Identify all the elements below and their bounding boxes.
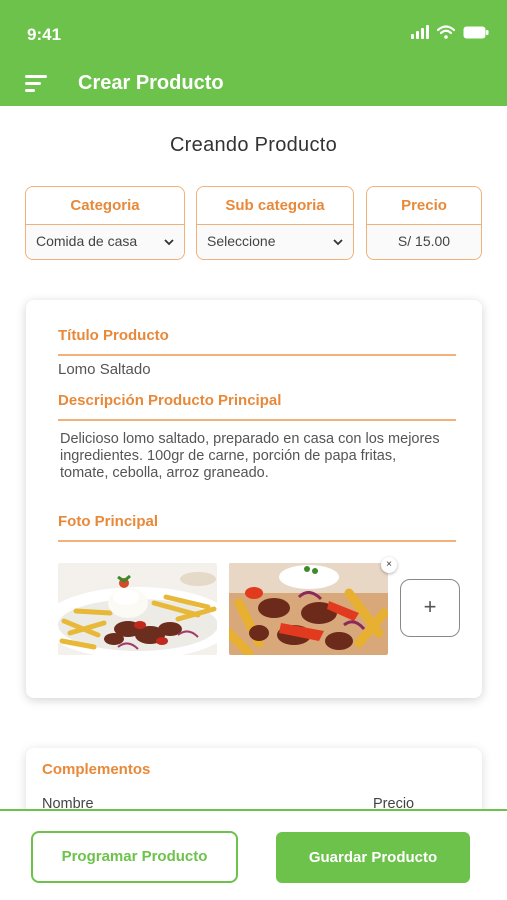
price-input[interactable]: S/ 15.00 bbox=[367, 225, 481, 259]
status-bar: 9:41 bbox=[0, 0, 507, 62]
category-field: Categoria Comida de casa bbox=[25, 186, 185, 260]
category-label: Categoria bbox=[26, 187, 184, 225]
subcategory-value: Seleccione bbox=[207, 233, 276, 249]
photo-divider bbox=[58, 540, 456, 542]
app-bar: Crear Producto bbox=[0, 62, 507, 106]
signal-icon bbox=[411, 25, 429, 39]
bottom-action-bar: Programar Producto Guardar Producto bbox=[0, 809, 507, 900]
schedule-product-button[interactable]: Programar Producto bbox=[31, 831, 238, 883]
photo-label: Foto Principal bbox=[58, 513, 159, 530]
description-input[interactable]: Delicioso lomo saltado, preparado en cas… bbox=[60, 431, 440, 482]
subcategory-select[interactable]: Seleccione bbox=[197, 225, 353, 259]
add-photo-button[interactable]: + bbox=[400, 579, 460, 637]
status-time: 9:41 bbox=[27, 25, 62, 44]
title-label: Título Producto bbox=[58, 327, 169, 344]
wifi-icon bbox=[437, 25, 455, 39]
title-input[interactable]: Lomo Saltado bbox=[58, 361, 151, 378]
page-title: Creando Producto bbox=[169, 134, 338, 156]
price-label: Precio bbox=[367, 187, 481, 225]
status-icons bbox=[411, 25, 489, 39]
category-select[interactable]: Comida de casa bbox=[26, 225, 184, 259]
description-divider bbox=[58, 419, 456, 421]
chevron-down-icon bbox=[333, 225, 343, 272]
product-card: Título Producto Lomo Saltado Descripción… bbox=[26, 300, 482, 698]
title-divider bbox=[58, 354, 456, 356]
menu-icon[interactable] bbox=[25, 75, 47, 93]
category-value: Comida de casa bbox=[36, 233, 138, 249]
app-bar-title: Crear Producto bbox=[78, 72, 224, 94]
save-product-button[interactable]: Guardar Producto bbox=[276, 832, 470, 883]
product-photo-2[interactable] bbox=[229, 563, 388, 655]
subcategory-field: Sub categoria Seleccione bbox=[196, 186, 354, 260]
close-icon[interactable]: × bbox=[381, 557, 397, 573]
complements-label: Complementos bbox=[42, 761, 151, 778]
chevron-down-icon bbox=[164, 225, 174, 272]
price-field: Precio S/ 15.00 bbox=[366, 186, 482, 260]
battery-icon bbox=[463, 26, 489, 39]
product-photo-1[interactable] bbox=[58, 563, 217, 655]
description-label: Descripción Producto Principal bbox=[58, 392, 282, 409]
subcategory-label: Sub categoria bbox=[197, 187, 353, 225]
